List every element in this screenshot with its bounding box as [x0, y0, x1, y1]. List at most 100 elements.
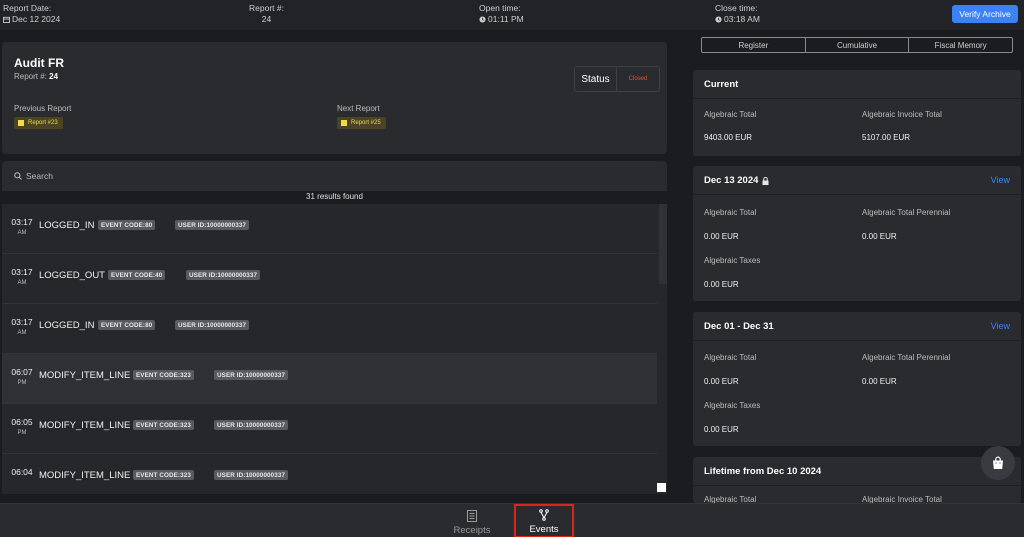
report-number-group: Report #: 24	[249, 3, 284, 25]
month-title: Dec 01 - Dec 31	[704, 321, 774, 332]
close-time-value: 03:18 AM	[724, 14, 760, 24]
verify-archive-button[interactable]: Verify Archive	[952, 5, 1018, 23]
open-time-group: Open time: 01:11 PM	[479, 3, 524, 25]
algebraic-taxes-label: Algebraic Taxes	[704, 256, 761, 265]
shopping-bag-button[interactable]	[981, 446, 1015, 480]
clock-icon	[479, 16, 486, 23]
close-time-group: Close time: 03:18 AM	[715, 3, 760, 25]
algebraic-total-perennial-label: Algebraic Total Perennial	[862, 208, 951, 217]
calendar-icon	[3, 16, 10, 23]
next-report-chip[interactable]: Report #25	[337, 117, 386, 129]
open-time-label: Open time:	[479, 3, 521, 13]
algebraic-total-value: 0.00 EUR	[704, 232, 739, 241]
previous-report-label: Previous Report	[14, 104, 72, 113]
audit-report-number: Report #: 24	[14, 72, 59, 81]
clock-icon	[715, 16, 722, 23]
event-time: 03:17 AM	[11, 267, 33, 286]
report-date-label: Report Date:	[3, 3, 52, 13]
day-card: Dec 13 2024 View Algebraic Total 0.00 EU…	[693, 166, 1021, 301]
event-row[interactable]: 03:17 AM LOGGED_OUT EVENT CODE:40 USER ID…	[2, 254, 657, 304]
event-row[interactable]: 06:04 MODIFY_ITEM_LINE EVENT CODE:323 US…	[2, 454, 657, 494]
previous-report-chip[interactable]: Report #23	[14, 117, 63, 129]
algebraic-total-label: Algebraic Total	[704, 495, 757, 503]
close-time-label: Close time:	[715, 3, 758, 13]
tab-register[interactable]: Register	[702, 38, 806, 52]
tab-fiscal-memory[interactable]: Fiscal Memory	[909, 38, 1012, 52]
branch-icon	[539, 509, 549, 521]
algebraic-total-label: Algebraic Total	[704, 110, 757, 119]
algebraic-total-perennial-value: 0.00 EUR	[862, 377, 897, 386]
lifetime-card: Lifetime from Dec 10 2024 Algebraic Tota…	[693, 457, 1021, 503]
event-code-badge: EVENT CODE:323	[133, 470, 194, 480]
divider	[693, 340, 1021, 341]
event-code-badge: EVENT CODE:323	[133, 420, 194, 430]
status-badge: Closed	[628, 76, 648, 82]
report-date-value: Dec 12 2024	[12, 14, 61, 24]
lock-icon	[762, 176, 769, 185]
audit-title: Audit FR	[14, 56, 64, 70]
event-name: LOGGED_IN	[39, 320, 95, 331]
algebraic-total-label: Algebraic Total	[704, 353, 757, 362]
current-card: Current Algebraic Total 9403.00 EUR Alge…	[693, 70, 1021, 156]
event-row[interactable]: 03:17 AM LOGGED_IN EVENT CODE:80 USER ID:…	[2, 204, 657, 254]
event-row[interactable]: 06:05 PM MODIFY_ITEM_LINE EVENT CODE:323 …	[2, 404, 657, 454]
algebraic-total-perennial-value: 0.00 EUR	[862, 232, 897, 241]
event-time: 06:04	[11, 467, 33, 477]
event-time: 03:17 AM	[11, 317, 33, 336]
report-date-group: Report Date: Dec 12 2024	[3, 3, 60, 25]
events-list: 03:17 AM LOGGED_IN EVENT CODE:80 USER ID:…	[2, 204, 667, 494]
receipt-icon	[467, 510, 477, 522]
report-number-value: 24	[261, 14, 272, 24]
nav-events-label: Events	[529, 524, 559, 535]
user-id-badge: USER ID:10000000337	[175, 320, 250, 330]
nav-receipts-label: Receipts	[453, 525, 491, 536]
search-input[interactable]	[26, 169, 626, 183]
previous-report-chip-label: Report #23	[28, 120, 58, 126]
event-code-badge: EVENT CODE:323	[133, 370, 194, 380]
month-view-link[interactable]: View	[991, 321, 1010, 331]
report-number-label: Report #:	[249, 3, 284, 13]
event-name: LOGGED_OUT	[39, 270, 105, 281]
event-name: LOGGED_IN	[39, 220, 95, 231]
algebraic-total-label: Algebraic Total	[704, 208, 757, 217]
event-row[interactable]: 06:07 PM MODIFY_ITEM_LINE EVENT CODE:323 …	[2, 354, 657, 404]
day-view-link[interactable]: View	[991, 175, 1010, 185]
next-report-chip-label: Report #25	[351, 120, 381, 126]
search-bar	[2, 161, 667, 191]
divider	[693, 194, 1021, 195]
divider	[693, 98, 1021, 99]
user-id-badge: USER ID:10000000337	[175, 220, 250, 230]
user-id-badge: USER ID:10000000337	[214, 470, 289, 480]
shopping-bag-icon	[993, 456, 1003, 469]
nav-events[interactable]: Events	[514, 504, 574, 537]
user-id-badge: USER ID:10000000337	[214, 420, 289, 430]
month-card: Dec 01 - Dec 31 View Algebraic Total 0.0…	[693, 312, 1021, 446]
algebraic-invoice-total-value: 5107.00 EUR	[862, 133, 911, 142]
algebraic-taxes-label: Algebraic Taxes	[704, 401, 761, 410]
status-label: Status	[575, 67, 617, 91]
scrollbar[interactable]	[659, 204, 667, 284]
document-icon	[18, 120, 24, 126]
search-icon	[14, 172, 22, 180]
lifetime-title: Lifetime from Dec 10 2024	[704, 466, 822, 477]
algebraic-invoice-total-label: Algebraic Invoice Total	[862, 495, 942, 503]
event-name: MODIFY_ITEM_LINE	[39, 420, 131, 431]
user-id-badge: USER ID:10000000337	[186, 270, 261, 280]
user-id-badge: USER ID:10000000337	[214, 370, 289, 380]
algebraic-total-value: 0.00 EUR	[704, 377, 739, 386]
algebraic-total-perennial-label: Algebraic Total Perennial	[862, 353, 951, 362]
nav-receipts[interactable]: Receipts	[442, 507, 502, 537]
event-row[interactable]: 03:17 AM LOGGED_IN EVENT CODE:80 USER ID:…	[2, 304, 657, 354]
event-code-badge: EVENT CODE:80	[98, 220, 156, 230]
tab-cumulative[interactable]: Cumulative	[806, 38, 910, 52]
algebraic-total-value: 9403.00 EUR	[704, 133, 753, 142]
event-code-badge: EVENT CODE:80	[98, 320, 156, 330]
status-box: Status Closed	[574, 66, 660, 92]
scroll-corner-button[interactable]	[657, 483, 666, 492]
document-icon	[341, 120, 347, 126]
event-code-badge: EVENT CODE:40	[108, 270, 166, 280]
algebraic-taxes-value: 0.00 EUR	[704, 425, 739, 434]
divider	[693, 485, 1021, 486]
algebraic-taxes-value: 0.00 EUR	[704, 280, 739, 289]
event-time: 06:07 PM	[11, 367, 33, 386]
